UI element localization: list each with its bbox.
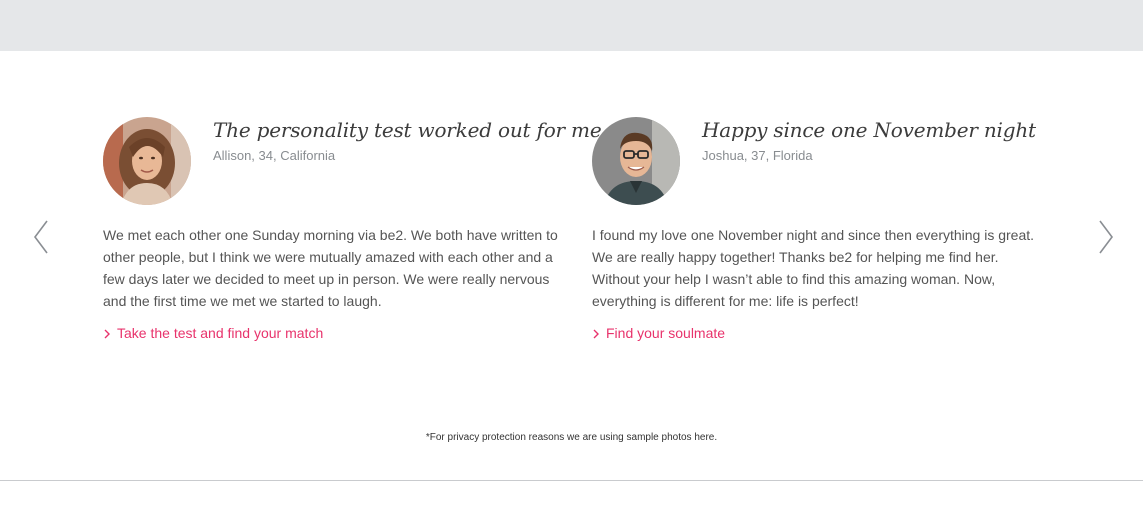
avatar — [592, 117, 680, 205]
cta-label: Take the test and find your match — [117, 325, 324, 341]
carousel-next-button[interactable] — [1095, 219, 1117, 255]
testimonial-headline: The personality test worked out for me — [213, 118, 602, 142]
cta-label: Find your soulmate — [606, 325, 726, 341]
carousel-prev-button[interactable] — [31, 219, 53, 255]
testimonial-body: I found my love one November night and s… — [592, 227, 1035, 309]
testimonial-byline: Allison, 34, California — [213, 148, 336, 163]
chevron-right-icon — [592, 329, 600, 339]
divider — [0, 480, 1143, 481]
take-test-link[interactable]: Take the test and find your match — [103, 324, 323, 342]
top-band — [0, 0, 1143, 51]
testimonial-byline: Joshua, 37, Florida — [702, 148, 813, 163]
testimonial-headline: Happy since one November night — [702, 118, 1036, 142]
find-soulmate-link[interactable]: Find your soulmate — [592, 324, 725, 342]
privacy-disclaimer: *For privacy protection reasons we are u… — [425, 432, 718, 443]
chevron-right-icon — [1095, 219, 1117, 255]
avatar — [103, 117, 191, 205]
testimonial-body: We met each other one Sunday morning via… — [103, 227, 558, 309]
chevron-left-icon — [31, 219, 53, 255]
chevron-right-icon — [103, 329, 111, 339]
testimonial-carousel: The personality test worked out for me A… — [0, 51, 1143, 481]
